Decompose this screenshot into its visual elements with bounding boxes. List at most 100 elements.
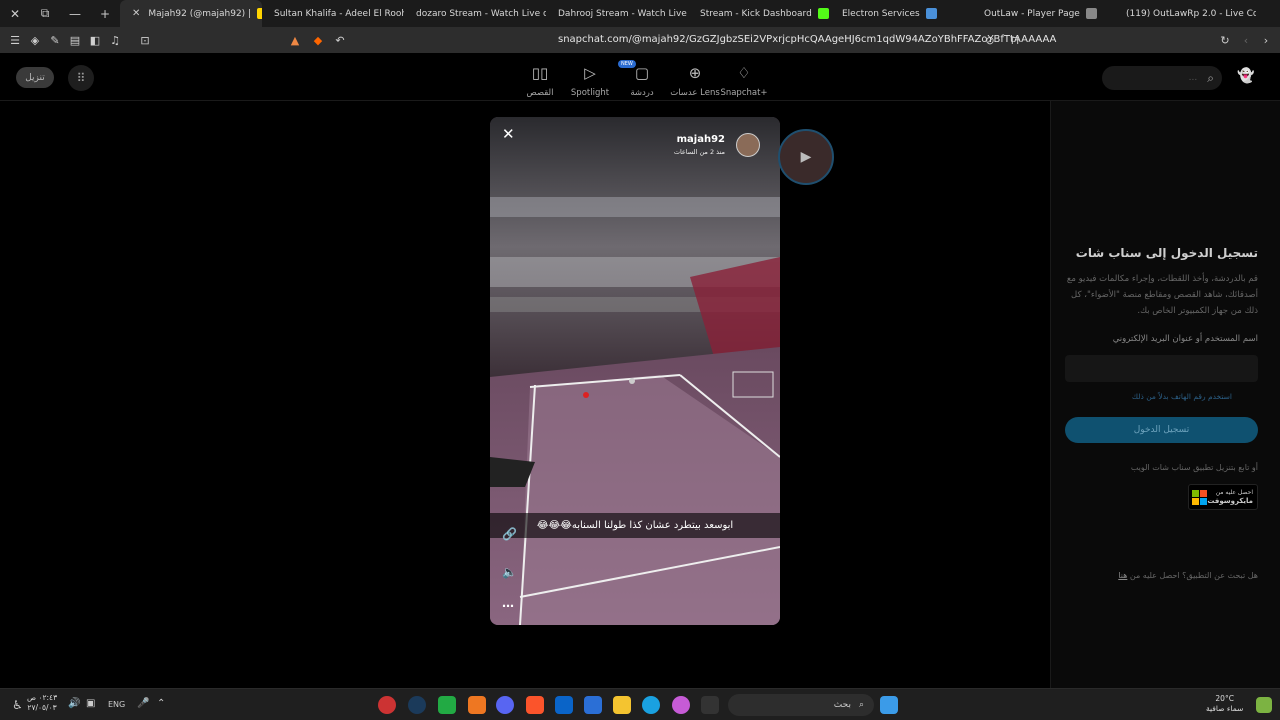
windows-start-icon[interactable] <box>880 696 898 714</box>
stories-icon: ▯▯ <box>531 64 549 82</box>
tabs-icon[interactable]: ▤ <box>65 27 85 53</box>
browser-tab[interactable]: dozaro Stream - Watch Live on <box>404 0 546 27</box>
nav-label: Snapchat+ <box>720 88 768 98</box>
favicon-icon <box>925 8 937 19</box>
terminal-icon[interactable] <box>438 696 456 714</box>
story-caption: ابوسعد بيتطرد عشان كذا طولنا السنابه😂😂😂 <box>490 513 780 538</box>
download-button[interactable]: تنزيل <box>16 67 54 88</box>
nav-label: Spotlight <box>570 88 610 98</box>
link-icon[interactable]: 🔗 <box>502 527 517 541</box>
store-icon[interactable] <box>584 696 602 714</box>
accessibility-icon[interactable]: ♿ <box>12 698 23 712</box>
brave-shield-icon[interactable]: ◆ <box>308 27 328 53</box>
nav-item-spotlight[interactable]: ▷ Spotlight <box>560 63 620 98</box>
clock[interactable]: ٠٢:٤٣ ص ٢٧/٠٥/٠٣ <box>27 693 57 713</box>
edge-icon[interactable] <box>642 696 660 714</box>
search-icon: ⌕ <box>1207 70 1214 85</box>
search-placeholder: ... <box>1188 73 1198 83</box>
or-text: أو تابع بتنزيل تطبيق سناب شات الويب <box>1130 463 1258 472</box>
app-icon-dark[interactable] <box>701 696 719 714</box>
play-icon: ▶ <box>800 149 812 165</box>
screenshot-icon[interactable]: ⊡ <box>135 27 155 53</box>
restore-icon[interactable]: ⧉ <box>30 0 60 27</box>
username-label: اسم المستخدم أو عنوان البريد الإلكتروني <box>1112 334 1258 344</box>
new-tab-icon[interactable]: + <box>90 0 120 27</box>
nav-label: دردشة <box>630 88 654 98</box>
reload-icon[interactable]: ↻ <box>1215 27 1235 53</box>
nav-item-chat[interactable]: ▢ NEW دردشة <box>612 60 672 98</box>
close-window-icon[interactable]: ✕ <box>0 0 30 27</box>
more-icon[interactable]: ⋯ <box>502 599 514 613</box>
menu-icon[interactable]: ☰ <box>5 27 25 53</box>
microsoft-store-button[interactable]: احصل عليه من مايكروسوفت <box>1188 484 1258 510</box>
here-link[interactable]: هنا <box>1118 571 1127 580</box>
taskbar-search[interactable]: بحث ⌕ <box>728 694 874 716</box>
chevron-up-icon[interactable]: ⌃ <box>157 698 165 709</box>
bookmark-icon[interactable]: ⊓ <box>1005 27 1025 53</box>
story-viewer[interactable]: ✕ majah92 منذ 2 من الساعات ابوسعد بيتطرد… <box>490 117 780 625</box>
network-icon[interactable]: ▣ <box>86 698 95 709</box>
tab-label: Stream - Kick Dashboard <box>700 8 812 19</box>
story-video <box>490 117 780 625</box>
taskbar: ♿ ٠٢:٤٣ ص ٢٧/٠٥/٠٣ 🔊 ▣ ENG 🎤 ⌃ بحث ⌕ 20°… <box>0 688 1280 720</box>
folder-icon[interactable] <box>613 696 631 714</box>
app-footer: هل تبحث عن التطبيق؟ احصل عليه من هنا <box>1118 571 1258 580</box>
copilot-icon[interactable] <box>672 696 690 714</box>
browser-tab[interactable]: ✕ Majah92 (@majah92) | <box>120 0 262 27</box>
weather-widget[interactable]: 20°C سماء صافية <box>1206 694 1243 714</box>
chat-icon: ▢ <box>634 64 650 82</box>
volume-icon[interactable]: 🔊 <box>68 698 80 709</box>
login-panel: تسجيل الدخول إلى سناب شات قم بالدردشة، و… <box>1050 101 1280 688</box>
username-field[interactable] <box>1065 355 1258 382</box>
browser-tab-bar: ✕ ⧉ — + ✕ Majah92 (@majah92) | Sultan Khal… <box>0 0 1280 27</box>
shield-icon[interactable]: ◈ <box>25 27 45 53</box>
search-icon: ⌕ <box>858 700 864 710</box>
apps-grid-icon[interactable]: ⠿ <box>68 65 94 91</box>
app-icon-orange[interactable] <box>468 696 486 714</box>
lens-icon: ⊕ <box>688 64 702 82</box>
browser-tab[interactable]: (119) OutLawRp 2.0 - Live Com <box>1114 0 1256 27</box>
favicon-icon <box>817 8 829 19</box>
close-story-icon[interactable]: ✕ <box>502 125 515 143</box>
top-navigation: تنزيل ⠿ ▯▯ القصص ▷ Spotlight ▢ NEW دردشة ⊕ عدسات… <box>0 53 1280 101</box>
nav-label: القصص <box>526 88 554 98</box>
minimize-icon[interactable]: — <box>60 0 90 27</box>
browser-tab[interactable]: Electron Services <box>830 0 972 27</box>
avatar[interactable] <box>736 133 760 157</box>
tab-label: Sultan Khalifa - Adeel El Rooh <box>274 8 404 19</box>
forward-icon[interactable]: › <box>1256 27 1276 53</box>
language-indicator[interactable]: ENG <box>108 700 125 709</box>
browser-tab[interactable]: Dahrooj Stream - Watch Live o <box>546 0 688 27</box>
microphone-icon[interactable]: 🎤 <box>137 698 149 709</box>
close-tab-icon[interactable]: ✕ <box>132 8 140 19</box>
app-icon-red[interactable] <box>378 696 396 714</box>
browser-tab[interactable]: Sultan Khalifa - Adeel El Rooh <box>262 0 404 27</box>
browser-tab[interactable]: OutLaw - Player Page <box>972 0 1114 27</box>
tab-label: dozaro Stream - Watch Live on <box>416 8 546 19</box>
ghost-icon[interactable]: 👻 <box>1236 68 1256 88</box>
brave-icon[interactable] <box>526 696 544 714</box>
next-story-button[interactable]: ▶ <box>778 129 834 185</box>
microsoft-logo-icon <box>1192 489 1208 505</box>
back-icon[interactable]: ‹ <box>1236 27 1256 53</box>
undo-icon[interactable]: ↶ <box>330 27 350 53</box>
warning-icon[interactable]: ▲ <box>285 27 305 53</box>
nav-label: عدسات Lens <box>670 88 720 98</box>
phone-link[interactable]: استخدم رقم الهاتف بدلاً من ذلك <box>1132 392 1232 401</box>
tab-label: OutLaw - Player Page <box>984 8 1080 19</box>
pen-icon[interactable]: ✎ <box>45 27 65 53</box>
link-icon[interactable]: ⊘ <box>980 27 1000 53</box>
discord-icon[interactable] <box>496 696 514 714</box>
nav-item-snapchat-plus[interactable]: ♢ Snapchat+ <box>714 63 774 98</box>
story-username[interactable]: majah92 <box>677 134 725 145</box>
volume-icon[interactable]: 🔈 <box>502 565 517 579</box>
login-description: قم بالدردشة، وأخذ اللقطات، وإجراء مكالما… <box>1066 274 1258 316</box>
steam-icon[interactable] <box>408 696 426 714</box>
login-button[interactable]: تسجيل الدخول <box>1065 417 1258 443</box>
browser-tab[interactable]: Stream - Kick Dashboard <box>688 0 830 27</box>
sidebar-icon[interactable]: ◧ <box>85 27 105 53</box>
music-icon[interactable]: ♫ <box>105 27 125 53</box>
outlook-icon[interactable] <box>555 696 573 714</box>
search-input[interactable]: ... ⌕ <box>1102 66 1222 90</box>
snapchat-plus-icon: ♢ <box>737 64 751 82</box>
